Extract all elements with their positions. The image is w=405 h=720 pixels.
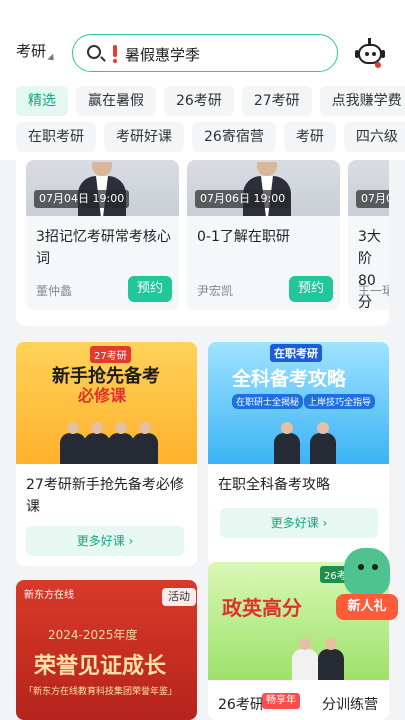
teachers-illustration [16, 418, 197, 464]
course-banner: 27考研 新手抢先备考 必修课 [16, 342, 197, 464]
chip[interactable]: 四六级 [343, 122, 405, 152]
course-card[interactable]: 在职考研 全科备考攻略 在职研士全揭秘 上岸技巧全指导 在职全科备考攻略 更多好… [208, 342, 389, 566]
chip[interactable]: 在职考研 [16, 122, 96, 152]
hot-tag: 畅享年 [262, 693, 300, 709]
chip[interactable]: 考研 [283, 122, 336, 152]
teacher-photo: 07月09 [348, 160, 389, 216]
live-card[interactable]: 07月09 3大阶80分 王一珺 [348, 160, 389, 310]
new-user-gift-label[interactable]: 新人礼 [336, 594, 398, 620]
more-courses-button[interactable]: 更多好课 › [220, 508, 378, 538]
mascot-icon [344, 548, 390, 596]
live-lectures-panel: 07月04日 19:00 3招记忆考研常考核心词 董仲蠡 预约 07月06日 1… [16, 160, 389, 326]
course-card[interactable]: 27考研 新手抢先备考 必修课 27考研新手抢先备考必修课 更多好课 › [16, 342, 197, 566]
robot-assistant-icon[interactable] [355, 38, 385, 68]
category-chips-row-1: 精选 赢在暑假 26考研 27考研 点我赚学费 [16, 86, 405, 116]
chip-selected[interactable]: 精选 [16, 86, 68, 116]
teacher-photo: 07月06日 19:00 [187, 160, 340, 216]
chip[interactable]: 26考研 [164, 86, 234, 116]
promo-headline: 荣誉见证成长 [34, 654, 167, 679]
banner-tag: 27考研 [90, 346, 131, 363]
banner-subheadline: 必修课 [78, 386, 127, 405]
more-courses-button[interactable]: 更多好课 › [26, 526, 184, 556]
book-button[interactable]: 预约 [289, 276, 333, 302]
chip[interactable]: 27考研 [241, 86, 312, 116]
banner-subline: 在职研士全揭秘 [232, 394, 304, 409]
live-title: 0-1了解在职研 [197, 229, 290, 245]
live-date: 07月09 [356, 190, 389, 208]
promo-subline: 「新东方在线教育科技集团荣誉年鉴」 [24, 687, 178, 697]
exclamation-icon [113, 45, 117, 63]
live-card[interactable]: 07月04日 19:00 3招记忆考研常考核心词 董仲蠡 预约 [26, 160, 179, 310]
chip[interactable]: 26寄宿营 [192, 122, 276, 152]
live-date: 07月04日 19:00 [34, 190, 130, 208]
banner-headline: 政英高分 [222, 596, 302, 620]
chip[interactable]: 点我赚学费 [319, 86, 405, 116]
live-date: 07月06日 19:00 [195, 190, 291, 208]
chip[interactable]: 考研好课 [104, 122, 184, 152]
promo-card[interactable]: 新东方在线 2024-2025年度 荣誉见证成长 「新东方在线教育科技集团荣誉年… [16, 580, 197, 720]
course-title-tail: 分训练营 [322, 697, 378, 713]
new-user-gift-mascot[interactable]: 新人礼 [336, 540, 398, 624]
promo-years: 2024-2025年度 [48, 628, 138, 642]
banner-subline: 上岸技巧全指导 [304, 394, 376, 409]
course-title: 26考研 [218, 697, 264, 713]
course-banner: 在职考研 全科备考攻略 在职研士全揭秘 上岸技巧全指导 [208, 342, 389, 464]
top-header: 考研 暑假惠学季 精选 赢在暑假 26考研 27考研 点我赚学费 在职考研 考研… [0, 0, 405, 160]
course-title: 在职全科备考攻略 [218, 477, 330, 493]
teacher-photo: 07月04日 19:00 [26, 160, 179, 216]
brand-logo: 新东方在线 [24, 590, 74, 601]
search-bar[interactable]: 暑假惠学季 [72, 34, 338, 72]
search-input[interactable]: 暑假惠学季 [125, 44, 200, 65]
book-button[interactable]: 预约 [128, 276, 172, 302]
search-icon [87, 45, 101, 59]
live-title: 3招记忆考研常考核心词 [36, 229, 171, 267]
teachers-illustration [208, 634, 389, 680]
live-card[interactable]: 07月06日 19:00 0-1了解在职研 尹宏凯 预约 [187, 160, 340, 310]
banner-tag: 在职考研 [270, 344, 322, 362]
caret-down-icon[interactable] [47, 53, 57, 64]
teacher-name: 王一珺 [358, 284, 389, 298]
course-title: 27考研新手抢先备考必修课 [26, 477, 184, 515]
category-chips-row-2: 在职考研 考研好课 26寄宿营 考研 四六级 [16, 122, 405, 152]
teachers-illustration [208, 418, 389, 464]
activity-badge: 活动 [162, 588, 196, 606]
teacher-name: 董仲蠡 [36, 284, 73, 298]
chip[interactable]: 赢在暑假 [76, 86, 156, 116]
teacher-name: 尹宏凯 [197, 284, 234, 298]
category-selector[interactable]: 考研 [16, 40, 46, 61]
banner-headline: 全科备考攻略 [232, 368, 347, 390]
